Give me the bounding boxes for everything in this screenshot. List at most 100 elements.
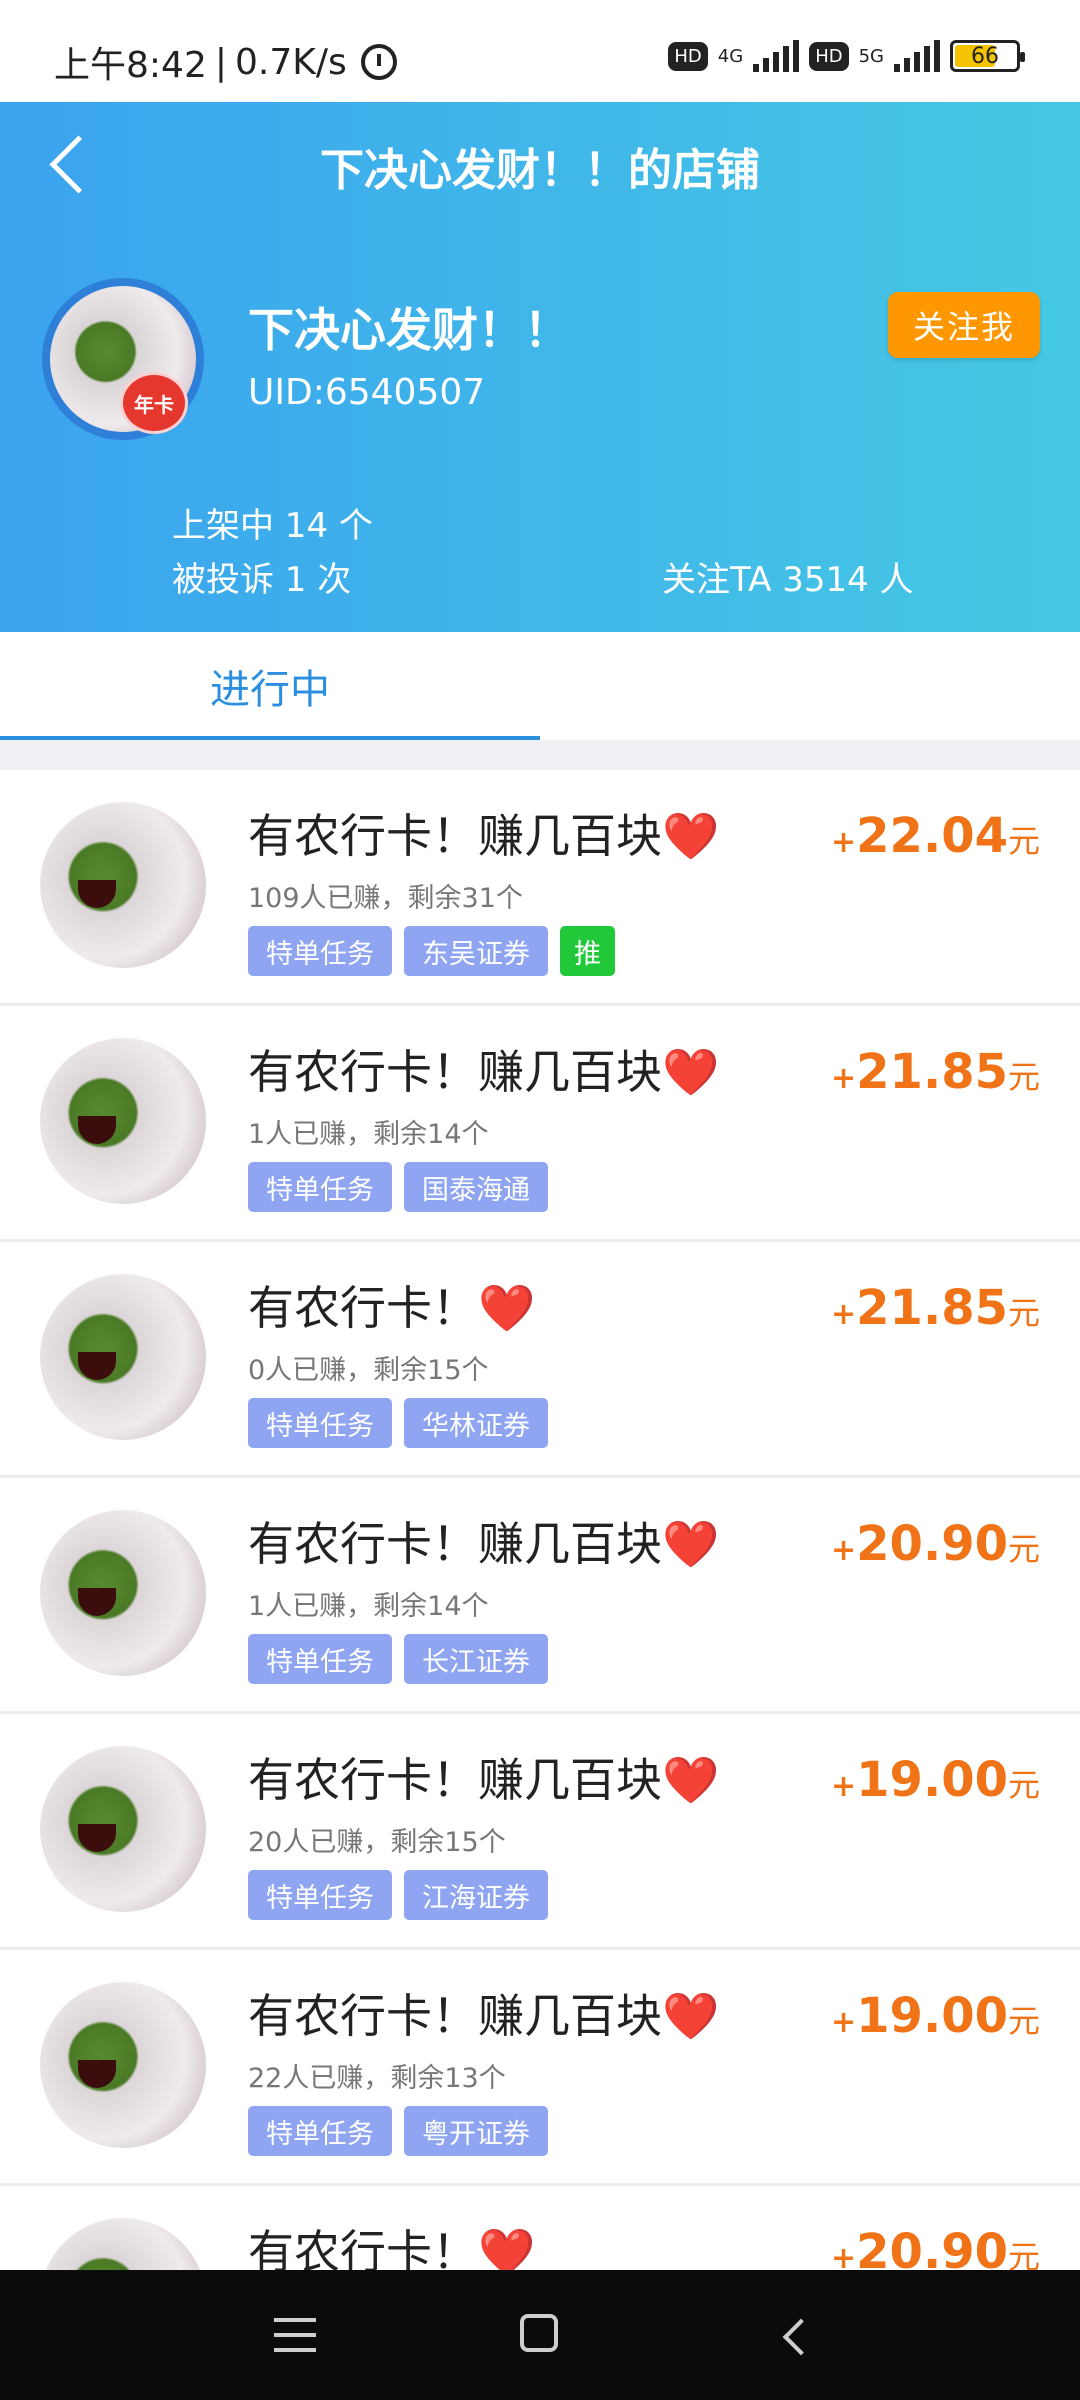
task-row[interactable]: 有农行卡！赚几百块❤️ 1人已赚，剩余14个 特单任务 长江证券 +20.90元 [0,1478,1080,1714]
task-reward: +22.04元 [831,808,1040,864]
status-right: HD 4G HD 5G 66 [668,40,1025,72]
tab-in-progress[interactable]: 进行中 [0,632,540,740]
reward-plus: + [831,1533,857,1568]
task-row[interactable]: 有农行卡！赚几百块❤️ 22人已赚，剩余13个 特单任务 粤开证券 +19.00… [0,1950,1080,2186]
task-title-text: 有农行卡！赚几百块 [248,1753,662,1807]
status-time: 上午8:42 [54,45,207,86]
task-stats: 1人已赚，剩余14个 [248,1591,489,1622]
tag-broker: 江海证券 [404,1870,548,1920]
task-title-text: 有农行卡！赚几百块 [248,1517,662,1571]
task-row[interactable]: 有农行卡！赚几百块❤️ 20人已赚，剩余15个 特单任务 江海证券 +19.00… [0,1714,1080,1950]
heart-icon: ❤️ [662,809,720,863]
task-tags: 特单任务 国泰海通 [248,1162,548,1212]
reward-amount: 20.90 [856,1516,1008,1572]
tag-type: 特单任务 [248,2106,392,2156]
status-speed: 0.7K/s [234,41,347,83]
reward-plus: + [831,1297,857,1332]
reward-unit: 元 [1007,822,1040,860]
tag-type: 特单任务 [248,1870,392,1920]
task-avatar [40,1982,206,2148]
heart-icon: ❤️ [662,1753,720,1807]
task-avatar [40,1746,206,1912]
follow-button[interactable]: 关注我 [888,292,1040,358]
reward-plus: + [831,1061,857,1096]
signal-icon-2 [894,40,940,72]
task-reward: +19.00元 [831,1752,1040,1808]
task-avatar [40,802,206,968]
tab-bar: 进行中 [0,632,1080,740]
task-row[interactable]: 有农行卡！赚几百块❤️ 109人已赚，剩余31个 特单任务 东吴证券 推 +22… [0,770,1080,1006]
task-avatar [40,1038,206,1204]
task-stats: 0人已赚，剩余15个 [248,1355,489,1386]
hd-badge-1: HD [668,41,708,71]
task-title: 有农行卡！赚几百块❤️ [248,1980,719,2046]
task-title: 有农行卡！赚几百块❤️ [248,1744,719,1810]
status-divider: | [214,41,227,83]
task-stats: 20人已赚，剩余15个 [248,1827,506,1858]
reward-amount: 21.85 [856,1280,1008,1336]
task-title: 有农行卡！赚几百块❤️ [248,1036,719,1102]
reward-amount: 21.85 [856,1044,1008,1100]
task-title-text: 有农行卡！赚几百块 [248,809,662,863]
page-title: 下决心发财！！的店铺 [320,145,760,196]
tag-type: 特单任务 [248,1634,392,1684]
heart-icon: ❤️ [662,1517,720,1571]
task-reward: +19.00元 [831,1988,1040,2044]
network-label-1: 4G [717,45,744,67]
battery-level: 66 [971,43,999,69]
status-left: 上午8:42 | 0.7K/s [54,36,397,88]
task-stats: 1人已赚，剩余14个 [248,1119,489,1150]
reward-unit: 元 [1007,1766,1040,1804]
section-gap [0,740,1080,770]
task-tags: 特单任务 长江证券 [248,1634,548,1684]
task-title-text: 有农行卡！ [248,1281,478,1335]
task-row[interactable]: 有农行卡！❤️ 0人已赚，剩余15个 特单任务 华林证券 +21.85元 [0,1242,1080,1478]
heart-icon: ❤️ [662,1045,720,1099]
tag-recommend: 推 [560,926,615,976]
task-tags: 特单任务 华林证券 [248,1398,548,1448]
reward-unit: 元 [1007,2002,1040,2040]
shop-name: 下决心发财！！ [248,303,570,357]
reward-amount: 22.04 [856,808,1008,864]
nav-back-icon[interactable] [778,2318,812,2352]
signal-icon-1 [753,40,800,72]
stat-listed: 上架中 14 个 [172,506,373,546]
task-reward: +21.85元 [831,1280,1040,1336]
shop-uid: UID:6540507 [248,372,486,413]
reward-plus: + [831,2005,857,2040]
reward-amount: 19.00 [856,1988,1008,2044]
network-label-2: 5G [858,45,884,67]
system-nav-bar [0,2270,1080,2400]
task-row[interactable]: 有农行卡！赚几百块❤️ 1人已赚，剩余14个 特单任务 国泰海通 +21.85元 [0,1006,1080,1242]
tag-broker: 华林证券 [404,1398,548,1448]
task-reward: +21.85元 [831,1044,1040,1100]
reward-amount: 19.00 [856,1752,1008,1808]
task-title: 有农行卡！❤️ [248,1272,535,1338]
tag-type: 特单任务 [248,1162,392,1212]
reward-unit: 元 [1007,1530,1040,1568]
stat-followers: 关注TA 3514 人 [662,560,914,600]
home-icon[interactable] [520,2314,558,2352]
menu-icon[interactable] [274,2318,316,2352]
hd-badge-2: HD [809,41,849,71]
tag-broker: 粤开证券 [404,2106,548,2156]
task-title: 有农行卡！赚几百块❤️ [248,800,719,866]
task-title: 有农行卡！赚几百块❤️ [248,1508,719,1574]
heart-icon: ❤️ [662,1989,720,2043]
reward-plus: + [831,1769,857,1804]
reward-unit: 元 [1007,1058,1040,1096]
task-reward: +20.90元 [831,1516,1040,1572]
task-avatar [40,1510,206,1676]
task-stats: 22人已赚，剩余13个 [248,2063,506,2094]
battery-icon: 66 [950,40,1025,72]
task-title-text: 有农行卡！赚几百块 [248,1045,662,1099]
task-avatar [40,1274,206,1440]
tag-broker: 国泰海通 [404,1162,548,1212]
tag-type: 特单任务 [248,1398,392,1448]
stat-complaints: 被投诉 1 次 [172,560,352,600]
reward-unit: 元 [1007,1294,1040,1332]
task-tags: 特单任务 粤开证券 [248,2106,548,2156]
shop-header: 下决心发财！！的店铺 年卡 下决心发财！！ UID:6540507 关注我 上架… [0,102,1080,632]
task-tags: 特单任务 江海证券 [248,1870,548,1920]
task-tags: 特单任务 东吴证券 推 [248,926,615,976]
